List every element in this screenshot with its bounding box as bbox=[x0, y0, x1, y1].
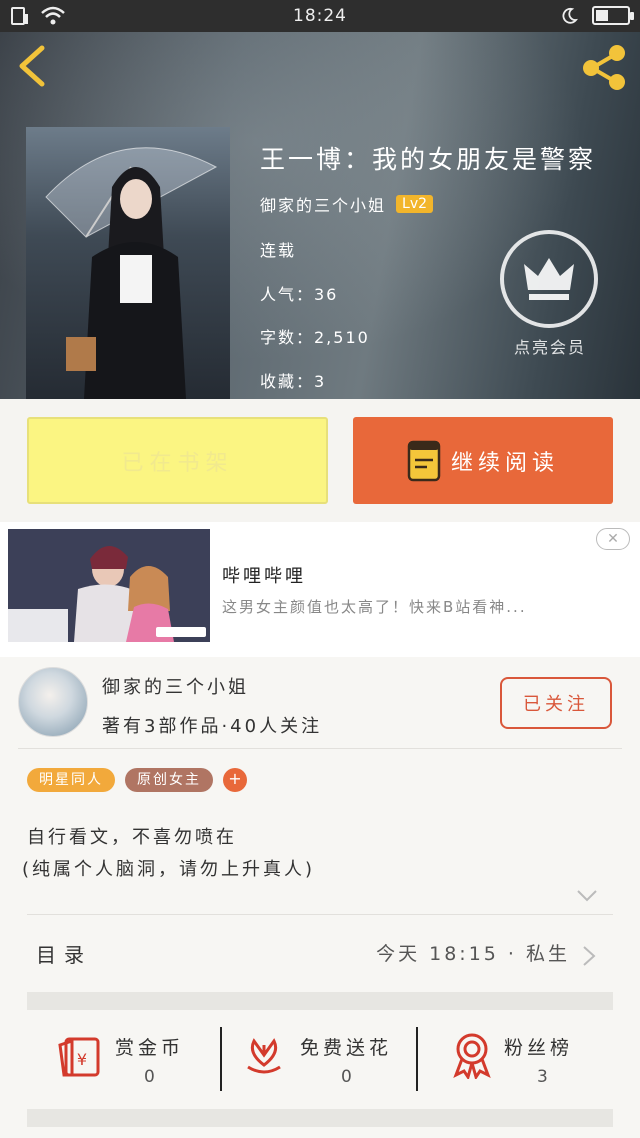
award-ribbon-icon bbox=[453, 1033, 491, 1079]
chevron-right-icon bbox=[583, 946, 596, 966]
continue-reading-label: 继续阅读 bbox=[450, 450, 559, 476]
latest-chapter: 今天 18:15 · 私生 bbox=[376, 943, 570, 965]
tag[interactable]: 明星同人 bbox=[27, 768, 115, 792]
ad-banner[interactable]: 哔哩哔哩 这男女主颜值也太高了！快来B站看神... ✕ bbox=[0, 522, 640, 657]
free-flowers-item[interactable]: 免费送花 0 bbox=[222, 1019, 416, 1099]
in-bookshelf-button[interactable]: 已在书架 bbox=[27, 417, 328, 504]
author-stats: 著有3部作品·40人关注 bbox=[102, 716, 323, 737]
cover-illustration bbox=[45, 147, 218, 399]
crown-icon bbox=[524, 258, 574, 300]
divider bbox=[18, 748, 622, 749]
red-envelope-icon: ¥ bbox=[58, 1037, 100, 1077]
status-bar: 18:24 bbox=[0, 0, 640, 32]
author-section: 御家的三个小姐 著有3部作品·40人关注 已关注 明星同人 原创女主 + 自行看… bbox=[0, 657, 640, 1138]
toc-label: 目录 bbox=[36, 943, 92, 967]
fan-ranking-item[interactable]: 粉丝榜 3 bbox=[418, 1019, 640, 1099]
table-of-contents-row[interactable]: 目录 今天 18:15 · 私生 bbox=[0, 915, 640, 993]
stat-value: 3 bbox=[537, 1067, 548, 1087]
book-cover[interactable] bbox=[26, 127, 230, 399]
book-title: 王一博：我的女朋友是警察 bbox=[260, 145, 597, 174]
flower-icon bbox=[247, 1038, 281, 1074]
description-line: (纯属个人脑洞，请勿上升真人) bbox=[22, 859, 316, 880]
stat-label: 粉丝榜 bbox=[504, 1037, 574, 1059]
chevron-down-icon[interactable] bbox=[576, 889, 598, 903]
stat-label: 赏金币 bbox=[115, 1037, 185, 1059]
book-author[interactable]: 御家的三个小姐 bbox=[260, 192, 386, 216]
tag-list: 明星同人 原创女主 + bbox=[27, 768, 247, 792]
add-tag-icon[interactable]: + bbox=[223, 768, 247, 792]
book-favorites: 收藏：3 bbox=[260, 372, 327, 391]
clock: 18:24 bbox=[293, 6, 347, 26]
follow-label: 已关注 bbox=[523, 694, 589, 715]
stats-row: ¥ 赏金币 0 免费送花 0 粉丝榜 3 bbox=[0, 1019, 640, 1099]
continue-reading-button[interactable]: 继续阅读 bbox=[353, 417, 613, 504]
back-icon[interactable] bbox=[14, 44, 54, 88]
book-icon bbox=[407, 440, 441, 481]
share-icon[interactable] bbox=[580, 42, 628, 90]
in-bookshelf-label: 已在书架 bbox=[121, 450, 234, 476]
avatar[interactable] bbox=[18, 667, 88, 737]
stat-value: 0 bbox=[144, 1067, 155, 1087]
book-status: 连载 bbox=[260, 241, 297, 260]
stat-value: 0 bbox=[341, 1067, 352, 1087]
level-badge: Lv2 bbox=[396, 195, 434, 213]
book-header: 王一博：我的女朋友是警察 御家的三个小姐 Lv2 连载 人气：36 字数：2,5… bbox=[0, 32, 640, 399]
vip-label: 点亮会员 bbox=[513, 338, 586, 357]
vip-button[interactable]: 点亮会员 bbox=[500, 230, 600, 358]
stat-label: 免费送花 bbox=[300, 1037, 393, 1059]
ad-description: 这男女主颜值也太高了！快来B站看神... bbox=[222, 598, 527, 616]
book-word-count: 字数：2,510 bbox=[260, 328, 370, 347]
ad-close-icon[interactable]: ✕ bbox=[596, 528, 630, 550]
section-separator bbox=[27, 1109, 613, 1127]
tag[interactable]: 原创女主 bbox=[125, 768, 213, 792]
author-name[interactable]: 御家的三个小姐 bbox=[102, 673, 249, 699]
book-popularity: 人气：36 bbox=[260, 285, 339, 304]
ad-image[interactable] bbox=[8, 529, 210, 642]
battery-icon bbox=[592, 6, 634, 25]
ad-title: 哔哩哔哩 bbox=[222, 566, 306, 587]
description-line: 自行看文，不喜勿喷在 bbox=[27, 827, 237, 848]
ad-illustration bbox=[8, 529, 210, 642]
svg-text:¥: ¥ bbox=[77, 1050, 87, 1069]
moon-icon bbox=[562, 7, 578, 24]
follow-button[interactable]: 已关注 bbox=[500, 677, 612, 729]
reward-coins-item[interactable]: ¥ 赏金币 0 bbox=[0, 1019, 220, 1099]
section-separator bbox=[27, 992, 613, 1010]
